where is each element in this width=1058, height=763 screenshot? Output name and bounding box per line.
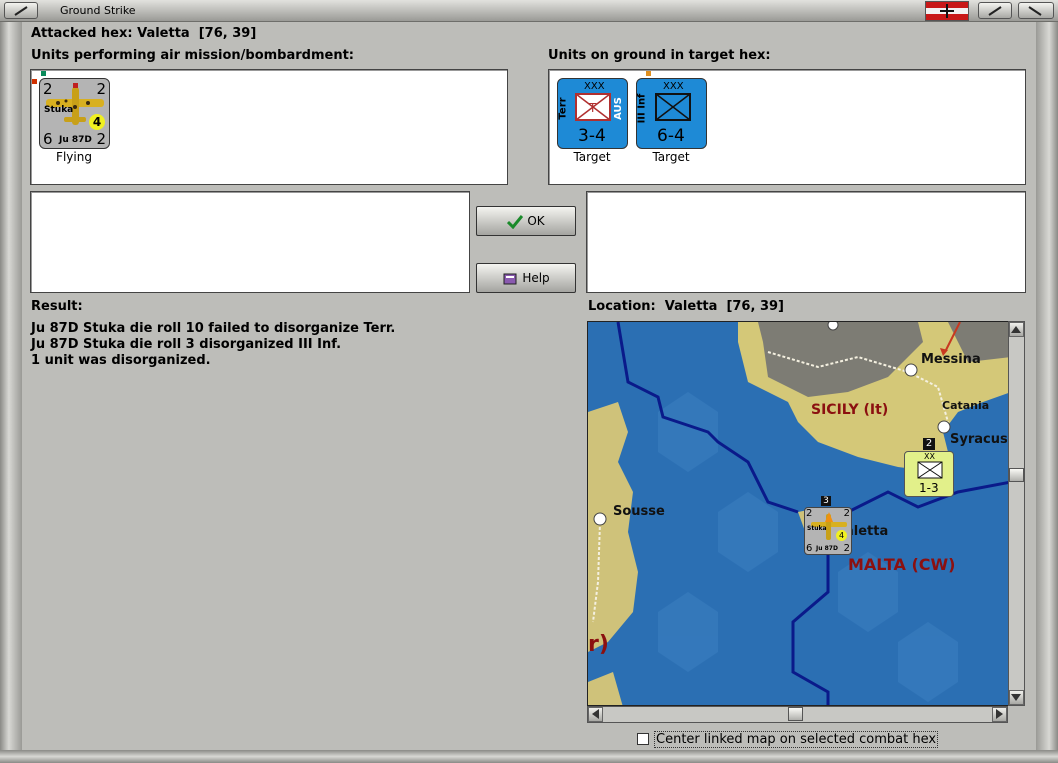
unit-name: Terr (557, 97, 569, 120)
terr-ground-unit-counter[interactable]: XXX Terr AUS T 3-4 (557, 78, 628, 149)
unit-range-badge: 4 (836, 530, 847, 541)
unit-tac-value: 6 (806, 543, 813, 554)
unit-defense-value: 2 (843, 508, 850, 519)
unit-defense-value: 2 (96, 80, 106, 98)
checkmark-icon (507, 214, 524, 229)
ground-units-heading: Units on ground in target hex: (548, 48, 771, 63)
scroll-up-button[interactable] (1009, 322, 1024, 337)
window-frame-left (0, 22, 22, 750)
map-label-malta: MALTA (CW) (848, 555, 956, 574)
map-horizontal-scrollbar[interactable] (587, 706, 1008, 723)
unit-model: Ju 87D (59, 135, 92, 145)
unit-name: III Inf (636, 93, 648, 124)
attacked-hex-label: Attacked hex: Valetta [76, 39] (31, 26, 257, 41)
vertical-scroll-thumb[interactable] (1009, 468, 1024, 482)
italian-unit-map-counter[interactable]: XX 1-3 (904, 451, 954, 497)
air-units-heading: Units performing air mission/bombardment… (31, 48, 355, 63)
map-label-messina: Messina (921, 352, 981, 367)
map-label-catania: Catania (942, 399, 990, 412)
title-bar: Ground Strike (0, 0, 1058, 22)
stack-count-badge: 3 (821, 496, 831, 506)
scroll-left-button[interactable] (588, 707, 603, 722)
unit-name: Stuka (44, 105, 74, 115)
map-label-sicily: SICILY (It) (811, 402, 889, 418)
unit-size: XXX (663, 81, 684, 92)
minimize-icon (14, 6, 28, 16)
help-book-icon (503, 273, 517, 284)
ok-button[interactable]: OK (476, 206, 576, 236)
unit-size: XX (924, 452, 935, 461)
help-button-label: Help (522, 271, 550, 285)
infantry-unit-symbol-icon (655, 93, 691, 121)
unit-strat-value: 2 (843, 543, 850, 554)
arrow-down-icon (1011, 694, 1021, 701)
window-frame-right (1036, 22, 1058, 750)
unit-marker-icon (41, 71, 46, 76)
ok-button-label: OK (527, 214, 545, 228)
result-line: Ju 87D Stuka die roll 10 failed to disor… (31, 321, 396, 336)
ground-units-panel: XXX Terr AUS T 3-4 Target XXX III Inf 6-… (548, 69, 1026, 185)
unit-name: Stuka (807, 525, 827, 532)
stuka-map-counter[interactable]: 2 2 6 2 Stuka 4 Ju 87D (804, 507, 852, 555)
result-heading: Result: (31, 299, 83, 314)
stuka-air-unit-counter[interactable]: 2 2 6 2 Stuka 4 Ju 87D (39, 78, 110, 149)
unit-strength: 6-4 (657, 126, 685, 146)
unit-range-badge: 4 (89, 114, 105, 130)
location-map[interactable]: Messina SICILY (It) Catania Syracus Sous… (587, 321, 1010, 706)
unit-status: Flying (56, 150, 92, 164)
arrow-up-icon (1011, 326, 1021, 333)
unit-marker-icon (646, 71, 651, 76)
unit-model: Ju 87D (816, 545, 838, 552)
infantry-unit-symbol-icon (917, 461, 943, 479)
window-title: Ground Strike (60, 4, 136, 17)
air-units-panel: 2 2 6 2 Stuka 4 Ju 87D Flying (30, 69, 508, 185)
horizontal-scroll-thumb[interactable] (788, 707, 803, 721)
german-flag-icon (925, 1, 969, 21)
arrow-left-icon (592, 709, 599, 719)
map-label-partial: r) (588, 632, 609, 657)
unit-nation: AUS (612, 97, 624, 120)
center-map-checkbox-label[interactable]: Center linked map on selected combat hex (654, 731, 939, 748)
unit-attack-value: 2 (43, 80, 53, 98)
result-line: 1 unit was disorganized. (31, 353, 211, 368)
help-button[interactable]: Help (476, 263, 576, 293)
arrow-right-icon (996, 709, 1003, 719)
scroll-down-button[interactable] (1009, 690, 1024, 705)
unit-size: XXX (584, 81, 605, 92)
ground-details-panel (586, 191, 1026, 293)
unit-status: Target (652, 150, 690, 164)
unit-status: Target (573, 150, 611, 164)
map-label-syracuse: Syracus (950, 432, 1008, 447)
close-icon (1028, 6, 1042, 16)
iii-inf-ground-unit-counter[interactable]: XXX III Inf 6-4 (636, 78, 707, 149)
unit-strength: 3-4 (578, 126, 606, 146)
unit-strength: 1-3 (919, 481, 939, 495)
close-button[interactable] (1018, 2, 1054, 19)
map-label-sousse: Sousse (613, 504, 665, 519)
map-vertical-scrollbar[interactable] (1008, 321, 1025, 706)
restore-icon (988, 6, 1002, 16)
restore-button[interactable] (978, 2, 1012, 19)
result-line: Ju 87D Stuka die roll 3 disorganized III… (31, 337, 342, 352)
unit-marker-icon (32, 79, 37, 84)
stack-count-badge: 2 (923, 438, 935, 450)
unit-attack-value: 2 (806, 508, 813, 519)
system-menu-button[interactable] (4, 2, 38, 19)
window-frame-bottom (0, 750, 1058, 763)
location-label: Location: Valetta [76, 39] (588, 299, 784, 314)
svg-text:T: T (588, 101, 597, 115)
unit-tac-value: 6 (43, 130, 53, 148)
unit-strat-value: 2 (96, 130, 106, 148)
air-details-panel (30, 191, 470, 293)
territorial-unit-symbol-icon: T (575, 93, 611, 121)
scroll-right-button[interactable] (992, 707, 1007, 722)
center-map-checkbox[interactable] (637, 733, 649, 745)
